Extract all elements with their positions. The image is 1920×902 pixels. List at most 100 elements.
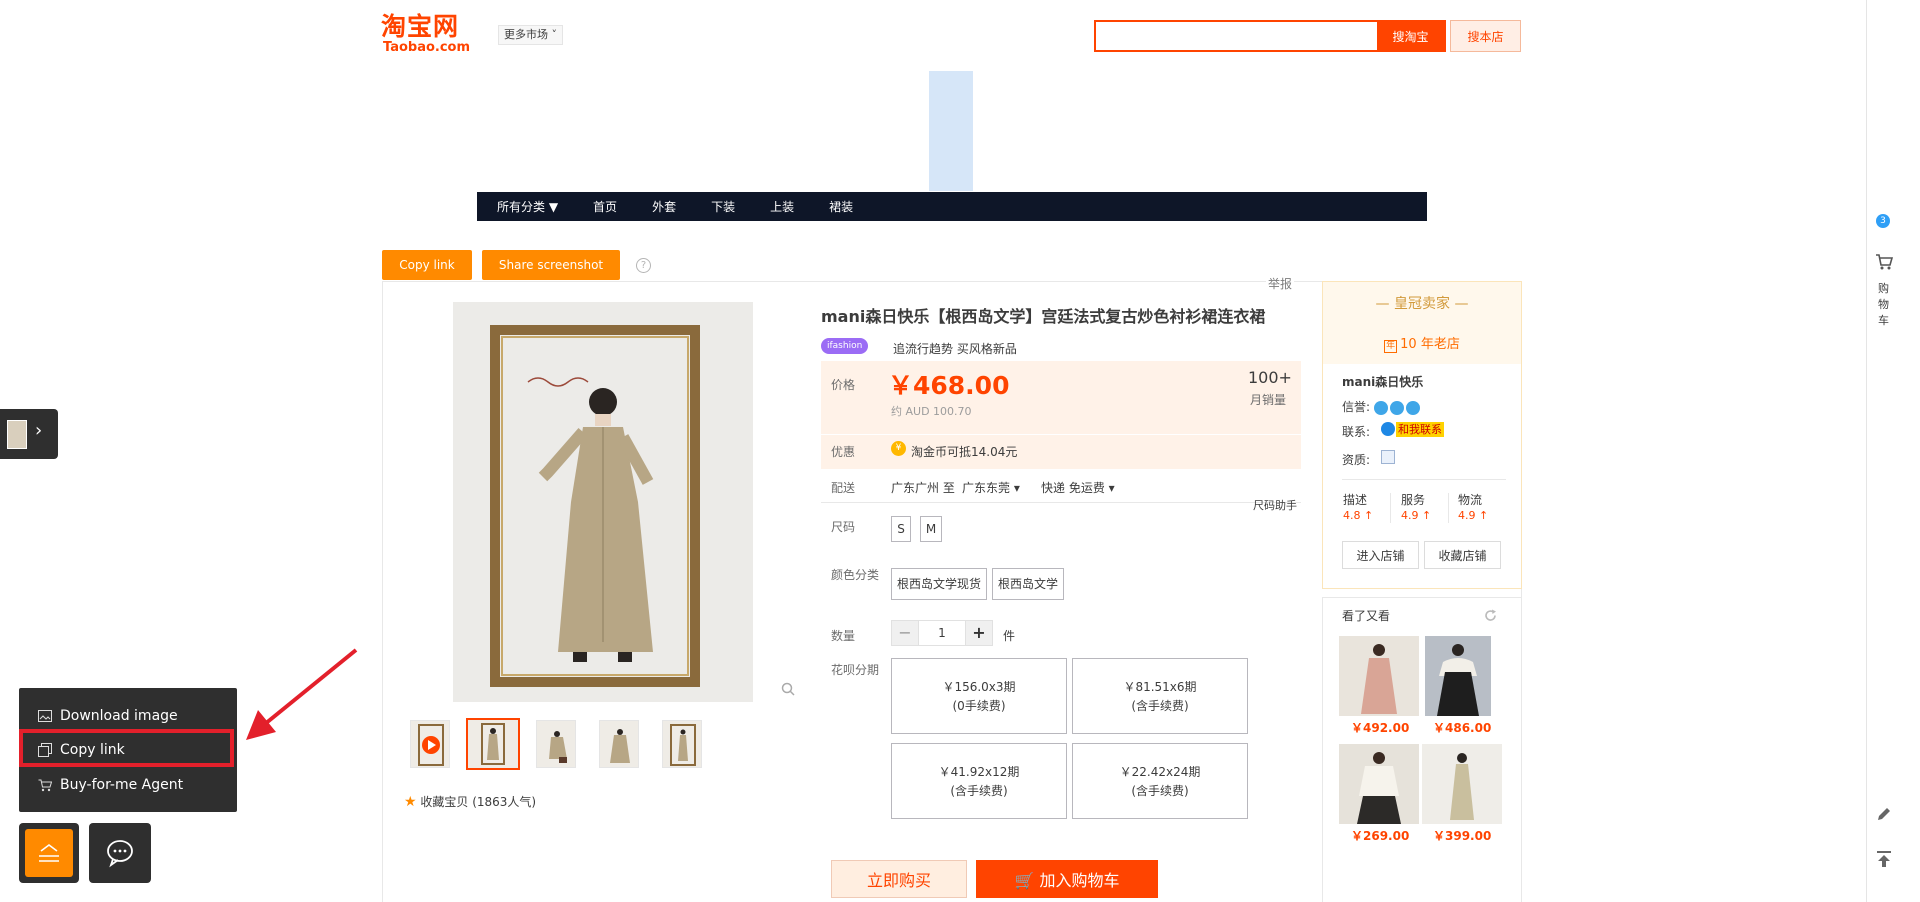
nav-home[interactable]: 首页 [593,198,617,215]
cart-icon: 🛒 [1014,871,1035,890]
recommended-price-2: ￥486.00 [1433,721,1492,735]
star-icon: ★ [404,794,417,810]
crown-seller-title: — 皇冠卖家 — [1375,296,1469,312]
banner-placeholder [929,71,973,191]
seller-name[interactable]: mani森日快乐 [1342,373,1423,390]
search-taobao-button[interactable]: 搜淘宝 [1377,22,1444,50]
discount-text: 淘金币可抵14.04元 [911,445,1018,459]
certificate-icon[interactable] [1381,450,1395,464]
also-viewed-title: 看了又看 [1342,609,1391,623]
search-bar: 搜淘宝 [1094,20,1446,52]
back-to-top-icon[interactable] [1876,850,1892,868]
favorite-label: 收藏宝贝 (1863人气) [420,795,537,809]
installment-option-24[interactable]: ￥22.42x24期 (含手续费) [1072,743,1248,819]
thumbnail-3[interactable] [536,720,576,768]
ship-method-dropdown[interactable]: 快递 免运费 ▾ [1041,479,1115,496]
help-icon[interactable]: ? [636,258,651,273]
copy-link-button[interactable]: Copy link [382,250,472,280]
quantity-plus-button[interactable]: + [966,621,992,645]
search-shop-button[interactable]: 搜本店 [1450,20,1521,52]
menu-buy-for-me-agent[interactable]: Buy-for-me Agent [38,776,183,794]
add-to-cart-label: 加入购物车 [1039,871,1120,890]
annotation-arrow [246,648,358,740]
color-option-2[interactable]: 根西岛文学 [992,568,1065,600]
seller-divider [1342,479,1506,480]
notification-badge[interactable]: 3 [1876,214,1890,228]
image-icon [38,710,52,722]
quantity-unit: 件 [1003,629,1016,643]
installment-amount: ￥22.42x24期 [1119,765,1201,779]
menu-toggle[interactable] [25,829,73,877]
enter-shop-button[interactable]: 进入店铺 [1342,541,1419,569]
favorite-item-link[interactable]: ★ 收藏宝贝 (1863人气) [404,793,536,810]
score-logistics-label: 物流 [1458,493,1483,507]
taobao-logo[interactable]: 淘宝网 Taobao.com [381,13,477,55]
logo-cn: 淘宝网 [381,12,460,41]
shopping-cart-icon[interactable] [1875,254,1893,270]
score-desc-label: 描述 [1343,493,1368,507]
score-separator [1448,493,1449,523]
right-toolbar [1866,0,1920,902]
edit-icon[interactable] [1876,806,1892,822]
shipping-label: 配送 [831,481,856,495]
price-divider [821,434,1301,435]
buy-now-button[interactable]: 立即购买 [831,860,967,898]
add-to-cart-button[interactable]: 🛒 加入购物车 [976,860,1158,898]
nav-outerwear[interactable]: 外套 [652,198,676,215]
ship-to-dropdown[interactable]: 广东东莞 ▾ [962,479,1020,496]
more-markets-label: 更多市场 [504,28,548,41]
installment-option-6[interactable]: ￥81.51x6期 (含手续费) [1072,658,1248,734]
year-icon: 年 [1384,340,1398,353]
promo-text: 追流行趋势 买风格新品 [893,342,1017,356]
installment-option-12[interactable]: ￥41.92x12期 (含手续费) [891,743,1067,819]
report-link[interactable]: 举报 [1266,275,1295,292]
nav-dresses[interactable]: 裙装 [829,198,853,215]
price-label: 价格 [831,378,856,392]
thumbnail-4[interactable] [599,720,639,768]
more-markets-dropdown[interactable]: 更多市场 ˅ [498,25,563,45]
quantity-stepper: − 1 + [891,620,993,646]
thumbnail-5[interactable] [662,720,702,768]
score-service-value: 4.9 ↑ [1401,509,1432,522]
recommended-item-4[interactable] [1422,744,1502,824]
nav-all-categories[interactable]: 所有分类 ▼ [497,198,558,215]
shop-nav: 所有分类 ▼ 首页 外套 下装 上装 裙装 [477,192,1427,221]
nav-tops[interactable]: 上装 [770,198,794,215]
thumbnail-video[interactable] [410,720,450,768]
nav-bottoms[interactable]: 下装 [711,198,735,215]
color-option-1[interactable]: 根西岛文学现货 [891,568,988,600]
installment-fee: (含手续费) [1131,699,1189,713]
refresh-icon[interactable] [1484,609,1497,622]
price-aud: 约 AUD 100.70 [891,405,972,418]
chevron-right-icon: › [35,420,43,441]
menu-download-image[interactable]: Download image [38,707,178,725]
size-helper-link[interactable]: 尺码助手 [1253,497,1297,513]
chat-button[interactable] [89,823,151,883]
recommended-item-3[interactable] [1339,744,1419,824]
share-screenshot-button[interactable]: Share screenshot [482,250,620,280]
quantity-input[interactable]: 1 [918,621,966,645]
search-input[interactable] [1096,22,1377,50]
shop-years-label: 10 年老店 [1400,337,1460,352]
price-value: ￥468.00 [888,371,1010,400]
discount-label: 优惠 [831,445,856,459]
zoom-icon[interactable] [781,682,795,696]
highlight-box [19,729,234,767]
cert-label: 资质: [1342,453,1371,467]
installment-amount: ￥41.92x12期 [938,765,1020,779]
thumbnail-2[interactable] [466,718,520,770]
recommended-item-2[interactable] [1425,636,1491,716]
contact-seller-link[interactable]: 和我联系 [1396,422,1444,437]
floating-tab-thumbnail [7,420,27,449]
recommended-item-1[interactable] [1339,636,1419,716]
cart-label[interactable]: 购物车 [1878,281,1890,329]
size-option-m[interactable]: M [920,516,942,542]
size-option-s[interactable]: S [891,516,911,542]
installment-option-3[interactable]: ￥156.0x3期 (0手续费) [891,658,1067,734]
quantity-minus-button[interactable]: − [892,621,918,645]
main-product-image[interactable] [453,302,753,702]
contact-label: 联系: [1342,425,1371,439]
favorite-shop-button[interactable]: 收藏店铺 [1424,541,1501,569]
chat-icon [107,840,133,868]
wangwang-icon[interactable] [1381,422,1395,436]
